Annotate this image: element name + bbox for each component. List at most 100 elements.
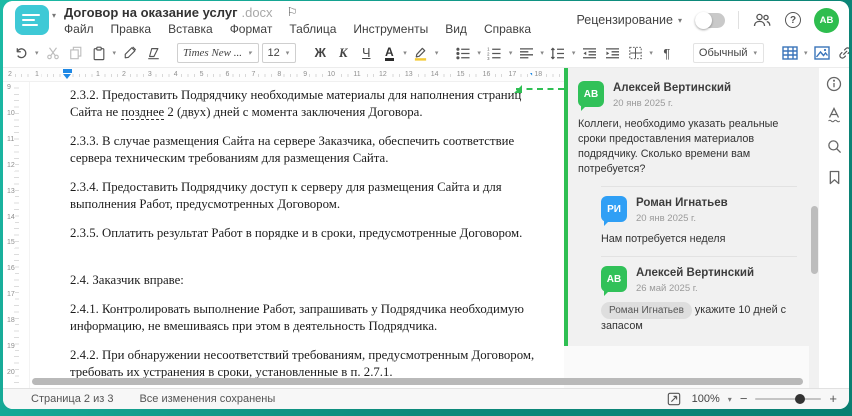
user-avatar[interactable]: АВ [814,7,839,33]
font-chevron-icon: ▾ [248,49,252,57]
align-chevron-icon[interactable]: ▾ [539,49,545,57]
review-mode-dropdown[interactable]: Рецензирование ▾ [576,13,682,27]
flag-icon[interactable]: ⚐ [287,5,298,19]
horizontal-scrollbar[interactable] [32,378,803,385]
header-divider [738,11,739,29]
paragraph-6[interactable]: 2.4.2. При обнаружении несоответствий тр… [70,347,540,380]
comments-panel: АВ Алексей Вертинский 20 янв 2025 г. Коллег… [564,68,809,388]
bold-button[interactable]: Ж [310,42,330,64]
clear-style-button[interactable] [143,42,163,64]
comment-text: Роман Игнатьев укажите 10 дней с запасом [601,302,787,332]
paste-button[interactable] [89,42,109,64]
paragraph-1[interactable]: 2.3.3. В случае размещения Сайта на серв… [70,133,540,166]
font-name-select[interactable]: Times New ... ▾ [177,43,259,63]
copy-button[interactable] [66,42,86,64]
decrease-indent-button[interactable] [579,42,599,64]
app-logo-icon[interactable] [15,5,49,35]
comment-root[interactable]: АВ Алексей Вертинский 20 янв 2025 г. Коллег… [578,81,797,177]
insert-image-button[interactable] [812,42,832,64]
paragraph-2[interactable]: 2.3.4. Предоставить Подрядчику доступ к … [70,179,540,212]
font-size-select[interactable]: 12 ▾ [261,43,297,63]
indent-marker-left[interactable] [63,74,71,79]
size-chevron-icon: ▾ [285,50,290,57]
menu-item-3[interactable]: Формат [230,22,273,36]
zoom-value[interactable]: 100% [692,393,720,405]
mention-pill[interactable]: Роман Игнатьев [601,302,692,319]
paragraph-text: 2 (двух) дней с момента заключения Догов… [164,104,423,119]
paragraph-style-select[interactable]: Обычный ▾ [692,43,765,63]
paragraph-4[interactable]: 2.4. Заказчик вправе: [70,272,540,289]
font-color-button[interactable]: А [384,46,394,61]
comment-reply[interactable]: АВ Алексей Вертинский 26 май 2025 г. Роман … [601,266,797,334]
h-ruler-number: 2 [119,70,128,79]
indent-marker-first-line[interactable] [63,69,72,73]
paragraph-3[interactable]: 2.3.5. Оплатить результат Работ в порядк… [70,225,540,242]
share-users-icon[interactable] [752,10,772,30]
zoom-in-button[interactable]: + [829,392,837,405]
bullet-list-chevron-icon[interactable]: ▾ [476,49,482,57]
about-info-icon[interactable] [824,74,844,94]
zoom-chevron-icon[interactable]: ▾ [728,395,732,404]
horizontal-scrollbar-thumb[interactable] [32,378,803,385]
horizontal-ruler[interactable]: 2 1 1 2 3 4 5 6 7 8 9 10 11 12 13 14 15 16 17 18 [3,68,564,82]
comment-avatar: АВ [578,81,604,111]
paragraph-borders-button[interactable] [625,42,645,64]
vertical-ruler[interactable]: 9 10 11 12 13 14 15 16 17 18 19 20 [3,82,30,388]
borders-chevron-icon[interactable]: ▾ [648,49,654,57]
logo-chevron-down-icon[interactable]: ▾ [52,11,56,20]
zoom-out-button[interactable]: − [740,392,748,405]
document-page[interactable]: 2.3.2. Предоставить Подрядчику необходим… [30,82,564,388]
fit-page-icon[interactable] [664,389,684,409]
h-ruler-number: 15 [454,70,467,79]
style-chevron-icon: ▾ [753,50,758,57]
format-painter-button[interactable] [120,42,140,64]
zoom-slider[interactable] [755,394,822,404]
underline-button[interactable]: Ч [356,42,376,64]
review-toggle[interactable] [695,11,725,29]
comment-reply[interactable]: РИ Роман Игнатьев 20 янв 2025 г. Нам потреб… [601,196,797,247]
comment-thread[interactable]: АВ Алексей Вертинский 20 янв 2025 г. Коллег… [564,68,809,346]
search-icon[interactable] [824,136,844,156]
menu-item-4[interactable]: Таблица [289,22,336,36]
h-ruler-number: 12 [376,70,389,79]
numbered-list-chevron-icon[interactable]: ▾ [508,49,514,57]
page-indicator[interactable]: Страница 2 из 3 [31,393,113,405]
menu-item-7[interactable]: Справка [484,22,531,36]
line-spacing-button[interactable] [548,42,568,64]
zoom-slider-knob[interactable] [795,394,805,404]
paragraph-5[interactable]: 2.4.1. Контролировать выполнение Работ, … [70,301,540,334]
menu-item-1[interactable]: Правка [111,22,152,36]
bookmark-icon[interactable] [824,167,844,187]
increase-indent-button[interactable] [602,42,622,64]
highlight-color-button[interactable] [411,42,431,64]
vertical-scrollbar[interactable] [809,68,819,388]
table-chevron-icon[interactable]: ▾ [803,49,809,57]
undo-chevron-icon[interactable]: ▾ [34,49,40,57]
paragraph-0[interactable]: 2.3.2. Предоставить Подрядчику необходим… [70,87,540,120]
align-left-button[interactable] [516,42,536,64]
numbered-list-button[interactable]: 1 2 3 [485,42,505,64]
help-icon[interactable]: ? [785,12,801,28]
comment-author: Роман Игнатьев [636,197,728,209]
highlight-chevron-icon[interactable]: ▾ [434,49,440,57]
v-ruler-number: 11 [7,134,15,145]
spellcheck-icon[interactable] [824,105,844,125]
font-color-chevron-icon[interactable]: ▾ [402,49,408,57]
show-paragraph-marks-button[interactable]: ¶ [657,42,677,64]
menu-item-2[interactable]: Вставка [168,22,213,36]
comment-date: 20 янв 2025 г. [636,213,697,224]
menu-item-5[interactable]: Инструменты [353,22,428,36]
vertical-scrollbar-thumb[interactable] [810,206,818,274]
paragraph-text: 2.4.2. При обнаружении несоответствий тр… [70,348,535,379]
paste-chevron-icon[interactable]: ▾ [112,49,118,57]
comment-avatar: АВ [601,266,627,296]
insert-table-button[interactable] [780,42,800,64]
menu-item-6[interactable]: Вид [445,22,467,36]
cut-button[interactable] [43,42,63,64]
italic-button[interactable]: К [333,42,353,64]
bullet-list-button[interactable] [453,42,473,64]
line-spacing-chevron-icon[interactable]: ▾ [571,49,577,57]
menu-item-0[interactable]: Файл [64,22,94,36]
insert-link-button[interactable] [835,42,849,64]
undo-button[interactable] [11,42,31,64]
